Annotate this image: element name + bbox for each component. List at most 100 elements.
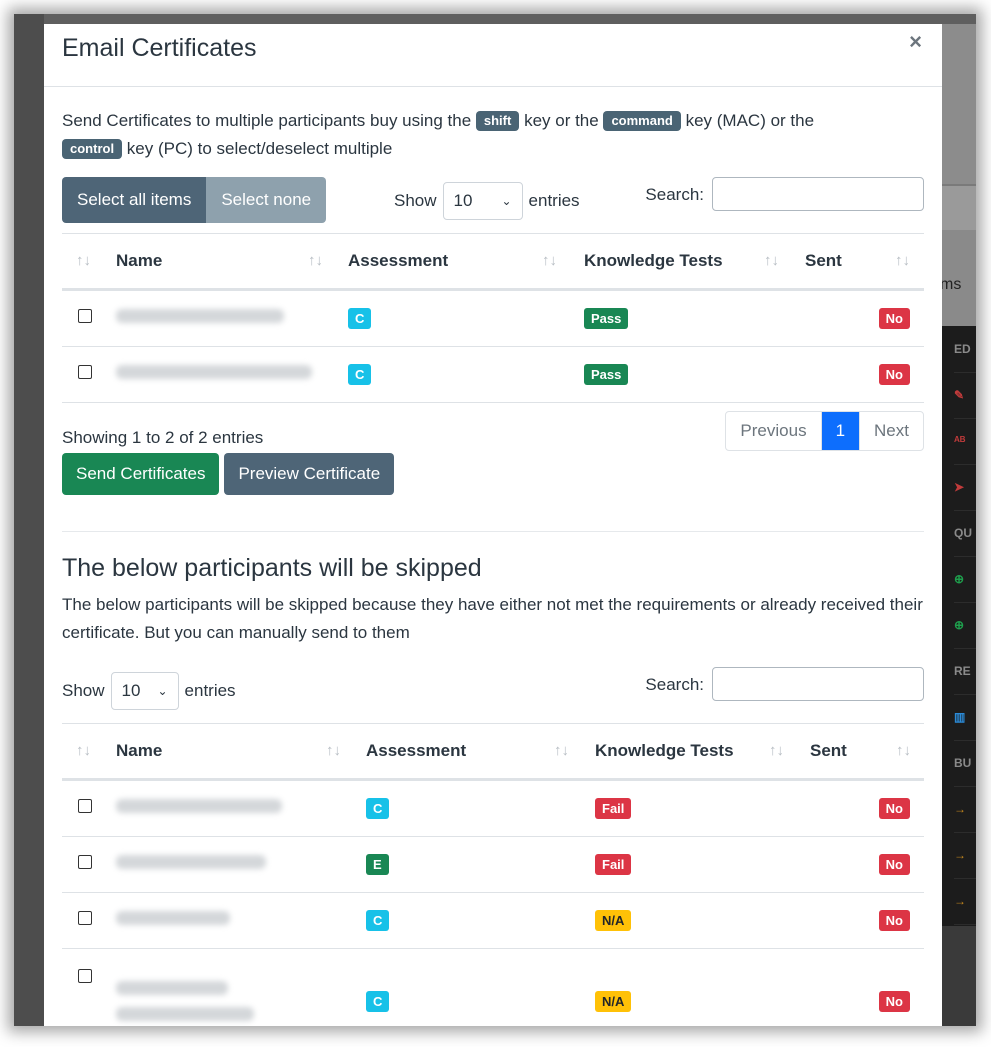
select-column-header[interactable]: ↑↓ [62,233,116,291]
sidebar-label-qu: QU [954,510,976,557]
assessment-cell: C [366,779,595,837]
name-cell [116,948,366,1026]
sort-icon: ↑↓ [895,252,910,269]
show-label: Show [394,191,437,210]
entries-select[interactable]: 10 ⌄ [442,182,523,220]
table-row[interactable]: C N/A No [62,948,924,1026]
search-input[interactable] [712,667,924,701]
row-select-cell [62,289,116,347]
sent-badge: No [878,910,910,931]
show-label: Show [62,681,105,700]
name-cell [116,289,348,347]
intro-text-1: Send Certificates to multiple participan… [62,111,476,130]
sent-badge: No [878,798,910,819]
select-none-button[interactable]: Select none [206,177,327,223]
close-icon[interactable]: × [909,29,922,55]
column-label: Name [116,741,163,760]
table-row[interactable]: C N/A No [62,892,924,949]
row-checkbox[interactable] [78,969,92,983]
email-certificates-modal: Email Certificates × Send Certificates t… [44,24,942,1026]
knowledge-cell: N/A [595,892,810,949]
table-header-row: ↑↓ Name ↑↓ Assessment ↑↓ Knowledge Tests ↑↓… [62,723,924,781]
select-all-button[interactable]: Select all items [62,177,207,223]
column-header-knowledge-tests[interactable]: Knowledge Tests ↑↓ [584,233,805,291]
table1-length-control: Show 10 ⌄ entries [394,177,580,225]
entries-value: 10 [453,191,473,210]
knowledge-cell: Pass [584,289,805,347]
redacted-name [116,855,266,869]
intro-text-4: key (PC) to select/deselect multiple [122,139,393,158]
knowledge-badge: Pass [584,364,629,385]
send-icon: ➤ [954,464,976,511]
send-certificates-button[interactable]: Send Certificates [62,453,220,495]
intro-text-3: key (MAC) or the [680,111,815,130]
chevron-down-icon: ⌄ [157,684,168,698]
assessment-badge: C [348,308,372,329]
column-header-knowledge-tests[interactable]: Knowledge Tests ↑↓ [595,723,810,781]
assessment-badge: C [366,990,390,1012]
previous-page-button[interactable]: Previous [726,412,822,450]
action-buttons: Send Certificates Preview Certificate [62,453,395,495]
sort-icon: ↑↓ [76,742,91,759]
kbd-command: command [603,111,681,131]
app-backdrop: ms ED ✎ ᴬᴮ ➤ QU ⊕ ⊕ RE ▥ BU → → → Email … [14,14,976,1026]
sort-icon: ↑↓ [896,742,911,759]
backdrop-partial-text: ms [940,276,962,293]
sent-cell: No [805,289,924,347]
column-header-assessment[interactable]: Assessment ↑↓ [366,723,595,781]
arrow-right-icon: → [954,832,976,879]
row-select-cell [62,836,116,893]
sent-cell: No [810,892,924,949]
sent-badge: No [878,308,910,329]
column-label: Knowledge Tests [595,741,734,760]
column-header-name[interactable]: Name ↑↓ [116,723,366,781]
sort-icon: ↑↓ [554,742,569,759]
row-checkbox[interactable] [78,309,92,323]
sent-cell: No [810,779,924,837]
table-row[interactable]: C Fail No [62,779,924,837]
next-page-button[interactable]: Next [859,412,923,450]
redacted-name [116,799,282,813]
preview-certificate-button[interactable]: Preview Certificate [224,453,395,495]
table1-search: Search: [645,177,924,211]
select-column-header[interactable]: ↑↓ [62,723,116,781]
row-checkbox[interactable] [78,855,92,869]
entries-select[interactable]: 10 ⌄ [110,672,179,710]
name-cell [116,779,366,837]
row-checkbox[interactable] [78,911,92,925]
page-1-button[interactable]: 1 [821,412,860,450]
sent-cell: No [810,836,924,893]
row-select-cell [62,779,116,837]
skipped-heading: The below participants will be skipped [62,554,482,582]
row-select-cell [62,948,116,1026]
table-row[interactable]: C Pass No [62,346,924,403]
search-input[interactable] [712,177,924,211]
sidebar-label-re: RE [954,648,976,695]
backdrop-light-area [936,24,976,184]
column-header-name[interactable]: Name ↑↓ [116,233,348,291]
sidebar-label-ed: ED [954,326,976,373]
participants-table: ↑↓ Name ↑↓ Assessment ↑↓ Knowledge Tests ↑↓… [62,233,924,403]
column-header-sent[interactable]: Sent ↑↓ [810,723,924,781]
sidebar-label-bu: BU [954,740,976,787]
modal-title: Email Certificates [62,34,257,62]
table-row[interactable]: E Fail No [62,836,924,893]
backdrop-left [14,14,44,1026]
sort-icon: ↑↓ [764,252,779,269]
row-checkbox[interactable] [78,799,92,813]
arrow-right-icon: → [954,878,976,925]
backdrop-band [936,186,976,230]
redacted-name [116,309,284,323]
column-header-sent[interactable]: Sent ↑↓ [805,233,924,291]
table1-controls: Select all items Select none Show 10 ⌄ e… [62,177,924,233]
section-divider [62,531,924,532]
name-cell [116,892,366,949]
sent-cell: No [805,346,924,403]
modal-header: Email Certificates × [44,24,942,87]
table-row[interactable]: C Pass No [62,289,924,347]
arrow-right-icon: → [954,786,976,833]
row-checkbox[interactable] [78,365,92,379]
column-header-assessment[interactable]: Assessment ↑↓ [348,233,584,291]
column-label: Assessment [366,741,467,760]
column-label: Sent [805,251,842,270]
